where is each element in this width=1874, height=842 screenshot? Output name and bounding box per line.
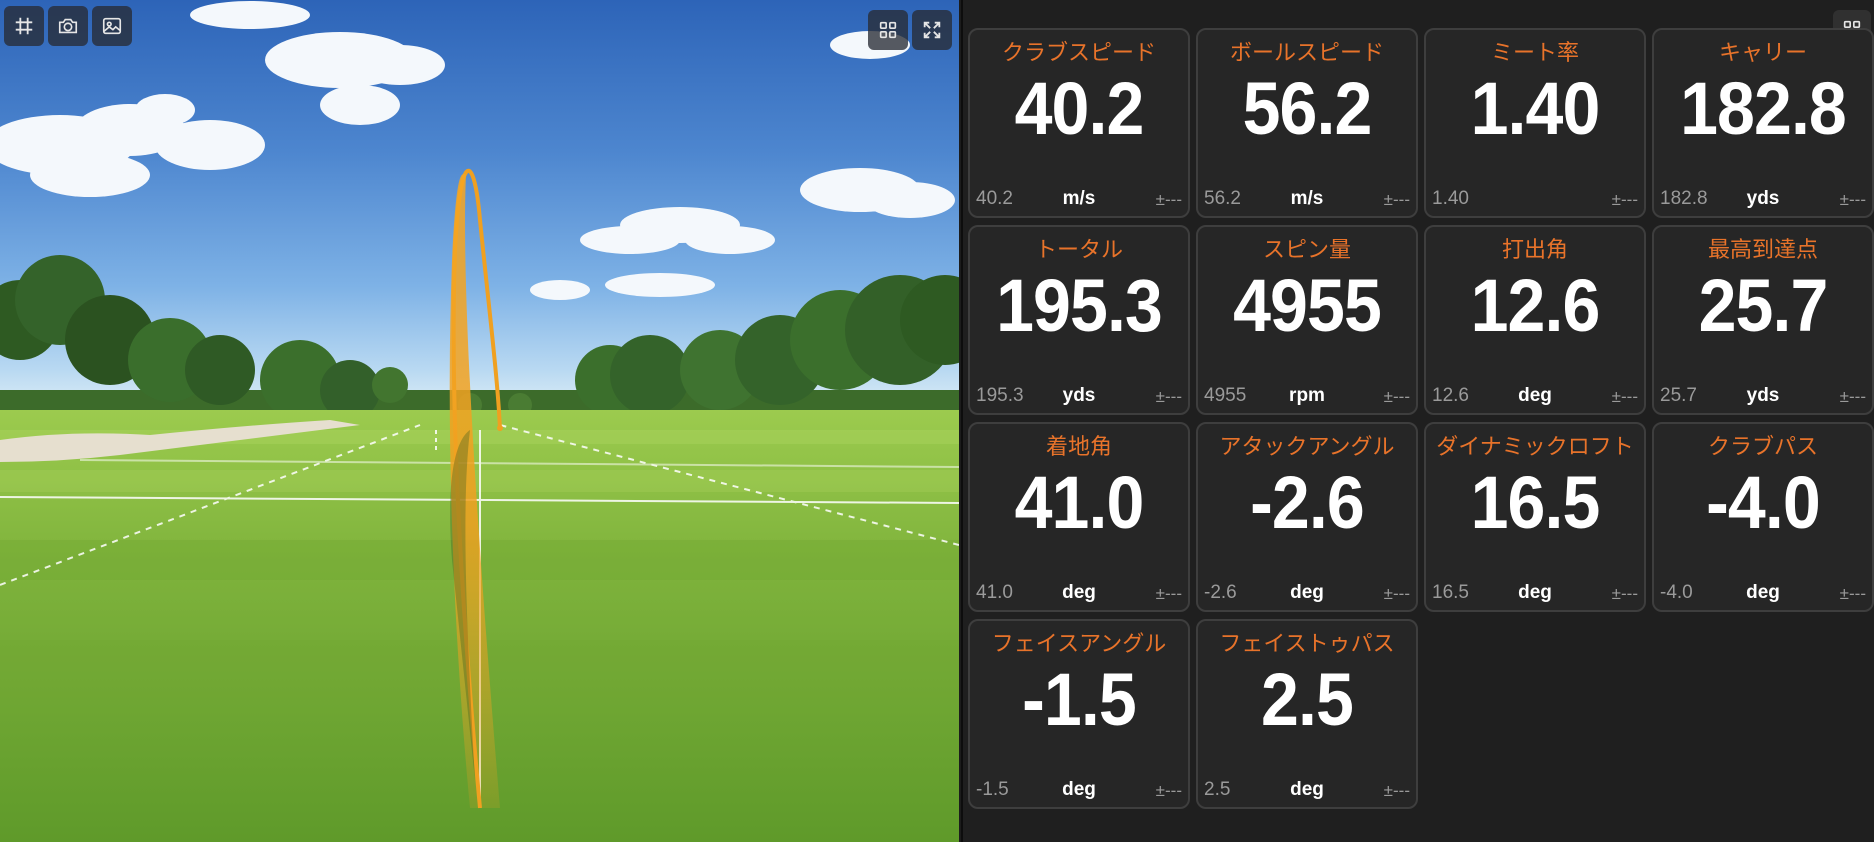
metric-label: ダイナミックロフト	[1436, 435, 1634, 460]
metric-card-landing-angle[interactable]: 着地角 41.0 41.0 deg ±---	[968, 422, 1190, 612]
metric-value: 41.0	[1014, 461, 1145, 544]
metric-label: トータル	[1034, 238, 1123, 263]
metric-label: スピン量	[1262, 238, 1351, 263]
camera-icon	[58, 18, 78, 34]
metric-value: 25.7	[1698, 264, 1829, 347]
expand-icon	[923, 21, 941, 39]
metric-tolerance: ±---	[1839, 387, 1866, 406]
metric-tolerance: ±---	[1383, 584, 1410, 603]
metric-value: -2.6	[1250, 461, 1365, 544]
metric-card-ball-speed[interactable]: ボールスピード 56.2 56.2 m/s ±---	[1196, 28, 1418, 218]
range-3d-view[interactable]	[0, 0, 959, 842]
fullscreen-button[interactable]	[912, 10, 952, 50]
metric-tolerance: ±---	[1611, 190, 1638, 209]
grid-toggle-button[interactable]	[4, 6, 44, 46]
metric-label: キャリー	[1718, 41, 1807, 66]
metric-card-dynamic-loft[interactable]: ダイナミックロフト 16.5 16.5 deg ±---	[1424, 422, 1646, 612]
metrics-panel: クラブスピード 40.2 40.2 m/s ±--- ボールスピード 56.2 …	[961, 0, 1874, 842]
metric-tolerance: ±---	[1383, 387, 1410, 406]
metric-label: クラブスピード	[1001, 41, 1156, 66]
metric-card-smash-factor[interactable]: ミート率 1.40 1.40 ±---	[1424, 28, 1646, 218]
metric-tolerance: ±---	[1155, 584, 1182, 603]
image-icon	[102, 17, 122, 35]
tree-line	[0, 255, 959, 420]
metric-card-face-angle[interactable]: フェイスアングル -1.5 -1.5 deg ±---	[968, 619, 1190, 809]
layout-grid-icon	[879, 21, 897, 39]
metric-tolerance: ±---	[1155, 387, 1182, 406]
metric-label: ボールスピード	[1229, 41, 1384, 66]
metric-card-total[interactable]: トータル 195.3 195.3 yds ±---	[968, 225, 1190, 415]
metric-value: 56.2	[1242, 67, 1373, 150]
metric-card-club-path[interactable]: クラブパス -4.0 -4.0 deg ±---	[1652, 422, 1874, 612]
metric-tolerance: ±---	[1839, 190, 1866, 209]
metric-label: 着地角	[1045, 435, 1112, 460]
metric-label: ミート率	[1490, 41, 1579, 66]
metric-label: アタックアングル	[1219, 435, 1395, 460]
metric-value: 2.5	[1261, 658, 1354, 741]
metric-value: 1.40	[1470, 67, 1601, 150]
metric-value: 16.5	[1470, 461, 1601, 544]
metric-label: フェイスアングル	[991, 632, 1167, 657]
metric-tolerance: ±---	[1155, 190, 1182, 209]
hash-icon	[15, 17, 33, 35]
metric-value: 12.6	[1470, 264, 1601, 347]
metric-sub-value: 1.40	[1432, 188, 1469, 209]
metric-card-spin-rate[interactable]: スピン量 4955 4955 rpm ±---	[1196, 225, 1418, 415]
clouds	[0, 1, 955, 300]
metric-card-carry[interactable]: キャリー 182.8 182.8 yds ±---	[1652, 28, 1874, 218]
metric-label: 最高到達点	[1707, 238, 1818, 263]
metric-label: 打出角	[1501, 238, 1568, 263]
metric-tolerance: ±---	[1383, 190, 1410, 209]
metric-value: 4955	[1233, 264, 1382, 347]
metric-value: 195.3	[996, 264, 1163, 347]
metric-grid: クラブスピード 40.2 40.2 m/s ±--- ボールスピード 56.2 …	[968, 28, 1874, 809]
metric-label: フェイストゥパス	[1219, 632, 1395, 657]
image-button[interactable]	[92, 6, 132, 46]
metric-tolerance: ±---	[1155, 781, 1182, 800]
metric-card-launch-angle[interactable]: 打出角 12.6 12.6 deg ±---	[1424, 225, 1646, 415]
metric-value: -1.5	[1022, 658, 1137, 741]
metric-label: クラブパス	[1707, 435, 1818, 460]
metric-card-attack-angle[interactable]: アタックアングル -2.6 -2.6 deg ±---	[1196, 422, 1418, 612]
range-scene	[0, 1, 959, 842]
metric-card-face-to-path[interactable]: フェイストゥパス 2.5 2.5 deg ±---	[1196, 619, 1418, 809]
screenshot-button[interactable]	[48, 6, 88, 46]
metric-card-apex[interactable]: 最高到達点 25.7 25.7 yds ±---	[1652, 225, 1874, 415]
metric-value: -4.0	[1706, 461, 1821, 544]
metric-value: 182.8	[1680, 67, 1847, 150]
metric-tolerance: ±---	[1839, 584, 1866, 603]
metric-tolerance: ±---	[1611, 387, 1638, 406]
metric-value: 40.2	[1014, 67, 1145, 150]
metric-tolerance: ±---	[1611, 584, 1638, 603]
metric-tolerance: ±---	[1383, 781, 1410, 800]
metric-card-club-speed[interactable]: クラブスピード 40.2 40.2 m/s ±---	[968, 28, 1190, 218]
layout-button[interactable]	[868, 10, 908, 50]
